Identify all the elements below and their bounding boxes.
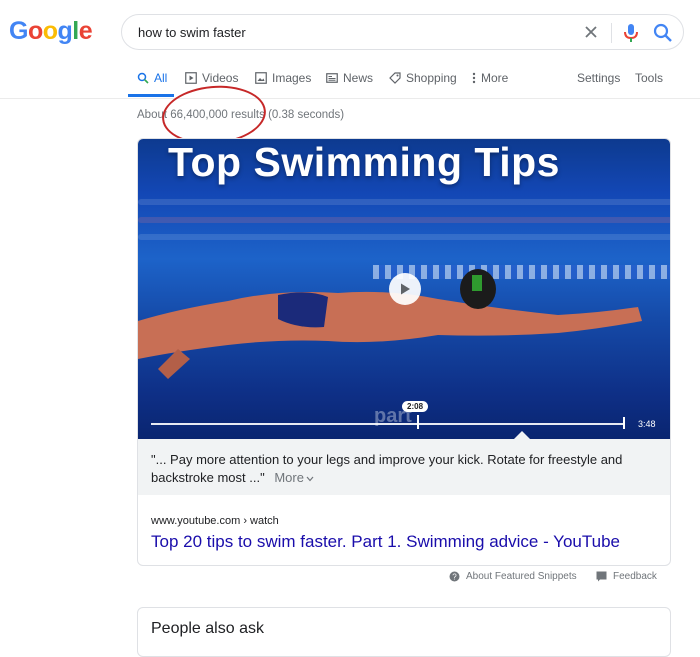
about-featured-snippets[interactable]: ? About Featured Snippets — [449, 571, 577, 582]
timeline-position-marker — [417, 415, 419, 429]
snippet-box: "... Pay more attention to your legs and… — [138, 439, 670, 495]
video-thumbnail[interactable]: Top Swimming Tips part 2:08 3:48 — [138, 139, 670, 439]
logo-letter: o — [42, 17, 58, 45]
feedback-link[interactable]: Feedback — [596, 571, 657, 582]
video-duration: 3:48 — [638, 419, 656, 429]
water-reflection — [138, 199, 670, 205]
tab-tools[interactable]: Tools — [635, 71, 663, 85]
tab-label: News — [343, 71, 374, 85]
tag-icon — [389, 72, 401, 84]
help-icon: ? — [449, 571, 460, 582]
image-icon — [255, 72, 267, 84]
logo-letter: o — [27, 17, 43, 45]
logo-letter: G — [9, 17, 28, 45]
microphone-icon[interactable] — [621, 22, 641, 44]
search-icon — [137, 72, 149, 84]
more-label: More — [274, 470, 304, 485]
more-vert-icon — [472, 72, 476, 84]
result-title-link[interactable]: Top 20 tips to swim faster. Part 1. Swim… — [151, 532, 620, 552]
timestamp-bubble[interactable]: 2:08 — [402, 401, 429, 412]
google-logo[interactable]: Google — [9, 17, 93, 46]
active-tab-indicator — [128, 94, 174, 97]
featured-snippet-card: Top Swimming Tips part 2:08 3:48 "... Pa… — [137, 138, 671, 566]
water-reflection — [138, 217, 670, 223]
swimmer-image — [138, 269, 642, 379]
tab-label: Videos — [202, 71, 239, 85]
tab-images[interactable]: Images — [255, 71, 311, 85]
play-icon — [401, 283, 410, 295]
tab-label: All — [154, 71, 168, 85]
tab-more[interactable]: More — [472, 71, 508, 85]
more-button[interactable]: More — [274, 470, 314, 485]
tab-shopping[interactable]: Shopping — [389, 71, 457, 85]
close-icon[interactable] — [582, 23, 600, 41]
tab-label: Images — [272, 71, 312, 85]
tab-news[interactable]: News — [326, 71, 373, 85]
divider — [0, 98, 700, 99]
video-timeline[interactable] — [151, 423, 623, 425]
search-icon[interactable] — [652, 22, 674, 44]
logo-letter: e — [78, 17, 93, 45]
tab-label: Settings — [577, 71, 621, 85]
feedback-label: Feedback — [613, 571, 657, 582]
divider — [611, 23, 612, 43]
search-input[interactable]: how to swim faster — [138, 25, 246, 40]
people-also-ask-title: People also ask — [151, 620, 264, 637]
about-label: About Featured Snippets — [466, 571, 577, 582]
tab-label: Shopping — [406, 71, 457, 85]
water-reflection — [138, 234, 670, 240]
chevron-down-icon — [306, 476, 314, 481]
video-title: Top Swimming Tips — [168, 139, 560, 185]
tab-settings[interactable]: Settings — [577, 71, 620, 85]
tab-label: More — [481, 71, 509, 85]
snippet-pointer — [514, 431, 530, 439]
news-icon — [326, 73, 338, 83]
feedback-icon — [596, 571, 607, 582]
tab-label: Tools — [635, 71, 664, 85]
result-source-url: www.youtube.com › watch — [151, 515, 279, 527]
timeline-end-marker — [623, 417, 625, 429]
snippet-text: "... Pay more attention to your legs and… — [151, 452, 623, 485]
tab-videos[interactable]: Videos — [185, 71, 238, 85]
snippet-text-wrap: "... Pay more attention to your legs and… — [151, 451, 651, 487]
video-icon — [185, 72, 197, 84]
svg-text:?: ? — [452, 572, 457, 581]
tab-all[interactable]: All — [137, 71, 167, 85]
search-tabs: All Videos Images News Shopping More Set… — [0, 64, 700, 98]
people-also-ask-box: People also ask — [137, 607, 671, 657]
logo-letter: g — [57, 17, 73, 45]
search-box[interactable]: how to swim faster — [121, 14, 684, 50]
play-button[interactable] — [389, 273, 421, 305]
